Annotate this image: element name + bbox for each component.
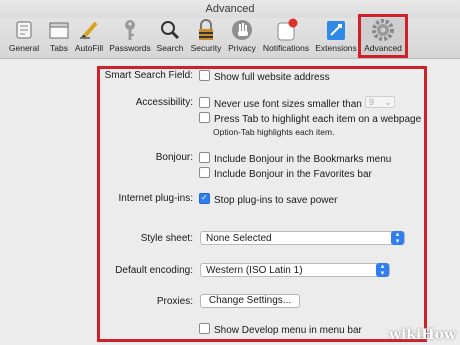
tab-highlight-text: Press Tab to highlight each item on a we… [214, 114, 422, 125]
encoding-select[interactable]: Western (ISO Latin 1) ▴ ▾ [200, 263, 390, 277]
tab-extensions[interactable]: Extensions [314, 18, 358, 58]
encoding-value: Western (ISO Latin 1) [206, 265, 303, 276]
notifications-icon [273, 18, 299, 42]
popup-arrows-icon: ▴ ▾ [376, 263, 389, 277]
bonjour-bookmarks-option[interactable]: Include Bonjour in the Bookmarks menu [199, 152, 391, 165]
stop-plugins-text: Stop plug-ins to save power [214, 195, 338, 206]
tab-general[interactable]: General [6, 18, 42, 58]
change-settings-button[interactable]: Change Settings... [200, 294, 300, 308]
extensions-icon [323, 18, 349, 42]
tab-passwords-label: Passwords [109, 43, 151, 53]
bonjour-favorites-checkbox[interactable] [199, 167, 210, 178]
advanced-highlight-box [358, 14, 408, 58]
plugins-label: Internet plug-ins: [118, 193, 194, 204]
proxies-label: Proxies: [156, 296, 193, 307]
style-sheet-label: Style sheet: [140, 233, 193, 244]
tabs-icon [46, 18, 72, 42]
show-full-address-text: Show full website address [214, 72, 330, 83]
style-sheet-select[interactable]: None Selected ▴ ▾ [200, 231, 405, 245]
min-font-option[interactable]: Never use font sizes smaller than [199, 97, 362, 110]
stop-plugins-option[interactable]: Stop plug-ins to save power [199, 193, 337, 206]
bonjour-bookmarks-text: Include Bonjour in the Bookmarks menu [214, 154, 392, 165]
hand-icon [229, 18, 255, 42]
tab-security[interactable]: Security [188, 18, 224, 58]
tab-highlight-option[interactable]: Press Tab to highlight each item on a we… [199, 112, 421, 125]
min-font-size-value: 9 [369, 97, 375, 107]
min-font-checkbox[interactable] [199, 97, 210, 108]
develop-menu-checkbox[interactable] [199, 323, 210, 334]
accessibility-label: Accessibility: [135, 97, 193, 108]
tab-tabs[interactable]: Tabs [44, 18, 74, 58]
show-full-address-option[interactable]: Show full website address [199, 70, 330, 83]
lock-icon [193, 18, 219, 42]
chevron-down-icon: ⌄ [384, 97, 392, 107]
tab-notifications-label: Notifications [262, 43, 310, 53]
bonjour-bookmarks-checkbox[interactable] [199, 152, 210, 163]
tab-passwords[interactable]: Passwords [108, 18, 152, 58]
develop-menu-text: Show Develop menu in menu bar [214, 325, 362, 336]
bonjour-label: Bonjour: [155, 152, 193, 163]
tab-autofill[interactable]: AutoFill [74, 18, 104, 58]
tab-privacy-label: Privacy [228, 43, 256, 53]
bonjour-favorites-option[interactable]: Include Bonjour in the Favorites bar [199, 167, 372, 180]
tab-notifications[interactable]: Notifications [260, 18, 312, 58]
tab-highlight-note: Option-Tab highlights each item. [213, 127, 335, 137]
develop-menu-option[interactable]: Show Develop menu in menu bar [199, 323, 362, 336]
encoding-label: Default encoding: [115, 265, 193, 276]
search-icon [157, 18, 183, 42]
tab-highlight-checkbox[interactable] [199, 112, 210, 123]
min-font-text: Never use font sizes smaller than [214, 99, 362, 110]
tab-autofill-label: AutoFill [74, 43, 104, 53]
style-sheet-value: None Selected [206, 233, 272, 244]
smart-search-label: Smart Search Field: [104, 70, 193, 81]
autofill-pencil-icon [76, 18, 102, 42]
popup-arrows-icon: ▴ ▾ [391, 231, 404, 245]
bonjour-favorites-text: Include Bonjour in the Favorites bar [214, 169, 372, 180]
show-full-address-checkbox[interactable] [199, 70, 210, 81]
stop-plugins-checkbox[interactable] [199, 193, 210, 204]
tab-search[interactable]: Search [154, 18, 186, 58]
tab-privacy[interactable]: Privacy [226, 18, 258, 58]
tab-search-label: Search [156, 43, 184, 53]
min-font-size-select[interactable]: 9 ⌄ [365, 96, 395, 108]
general-icon [11, 18, 37, 42]
tab-extensions-label: Extensions [315, 43, 357, 53]
key-icon [117, 18, 143, 42]
wikihow-watermark: wikiHow [388, 327, 456, 343]
tab-general-label: General [8, 43, 40, 53]
tab-tabs-label: Tabs [50, 43, 68, 53]
tab-security-label: Security [190, 43, 222, 53]
